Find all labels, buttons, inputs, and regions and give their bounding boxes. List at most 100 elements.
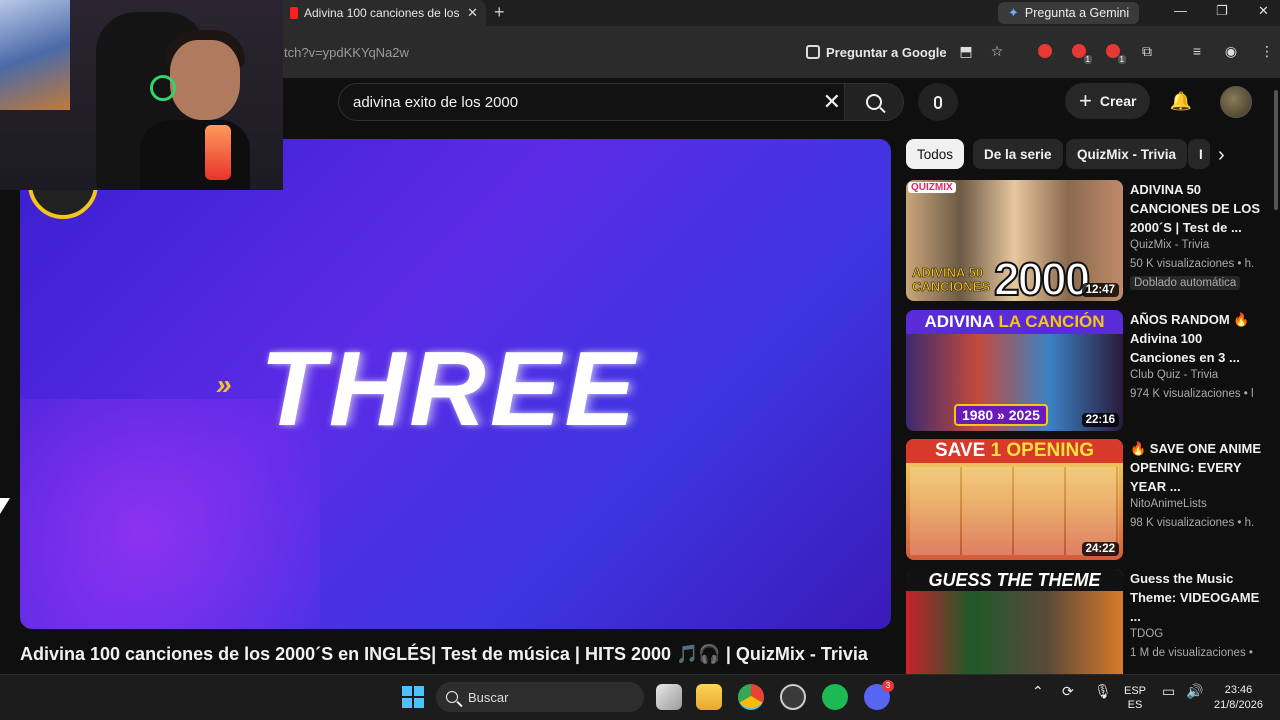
- gemini-sparkle-icon: ✦: [1008, 5, 1019, 20]
- tray-overflow-icon[interactable]: ⌃: [1032, 684, 1044, 698]
- sidebar-scrollbar[interactable]: [1274, 90, 1278, 210]
- install-app-icon[interactable]: ⬒: [957, 42, 975, 60]
- restore-window-icon[interactable]: ❐: [1216, 3, 1228, 19]
- voice-search-button[interactable]: [918, 83, 958, 121]
- youtube-favicon-icon: [290, 7, 298, 19]
- extensions-puzzle-icon[interactable]: ⧉: [1138, 42, 1156, 60]
- webcam-overlay: [0, 0, 283, 190]
- recommendation-title[interactable]: Guess the Music Theme: VIDEOGAME ...: [1130, 569, 1270, 626]
- ask-google-label: Preguntar a Google: [826, 44, 947, 60]
- recommendation-item[interactable]: ADIVINA LA CANCIÓN 1980 » 2025 22:16 AÑO…: [906, 310, 1270, 431]
- recommendation-views: 974 K visualizaciones • l: [1130, 388, 1254, 400]
- create-button[interactable]: + Crear: [1065, 83, 1151, 119]
- chrome-icon[interactable]: [738, 684, 764, 710]
- video-thumbnail[interactable]: QUIZMIX ADIVINA 50 CANCIONES 2000 12:47: [906, 180, 1123, 301]
- recommendation-title[interactable]: ADIVINA 50 CANCIONES DE LOS 2000´S | Tes…: [1130, 180, 1270, 237]
- tab-close-icon[interactable]: ✕: [467, 5, 478, 21]
- thumb-banner: ADIVINA LA CANCIÓN: [906, 310, 1123, 334]
- recommendation-views: 1 M de visualizaciones •: [1130, 647, 1253, 659]
- thumb-banner: SAVE 1 OPENING: [906, 439, 1123, 463]
- volume-icon[interactable]: 🔊: [1186, 684, 1203, 698]
- clear-search-icon[interactable]: ✕: [823, 89, 841, 115]
- ask-google-button[interactable]: Preguntar a Google: [806, 41, 947, 63]
- browser-menu-icon[interactable]: ⋮: [1258, 42, 1276, 60]
- video-duration: 22:16: [1081, 413, 1119, 427]
- taskbar-search-label: Buscar: [468, 689, 509, 705]
- clock-time: 23:46: [1224, 684, 1253, 696]
- video-duration: 24:22: [1081, 542, 1119, 556]
- recommendation-item[interactable]: QUIZMIX ADIVINA 50 CANCIONES 2000 12:47 …: [906, 180, 1270, 301]
- recommendation-channel[interactable]: Club Quiz - Trivia: [1130, 369, 1218, 381]
- spotify-icon[interactable]: [822, 684, 848, 710]
- notifications-bell-icon[interactable]: 🔔: [1170, 90, 1192, 112]
- video-thumbnail[interactable]: ADIVINA LA CANCIÓN 1980 » 2025 22:16: [906, 310, 1123, 431]
- streamer-face: [170, 40, 240, 120]
- thumb-text-big: 2000: [993, 252, 1091, 301]
- reading-list-icon[interactable]: ≡: [1188, 42, 1206, 60]
- thumb-text-small: ADIVINA 50 CANCIONES: [912, 265, 991, 294]
- extension-red-icon[interactable]: [1036, 42, 1054, 60]
- video-player[interactable]: » THREE: [20, 139, 891, 629]
- mouse-cursor-icon: [0, 498, 10, 514]
- create-label: Crear: [1099, 93, 1137, 109]
- search-input[interactable]: adivina exito de los 2000 ✕: [338, 83, 856, 121]
- profile-icon[interactable]: ◉: [1222, 42, 1240, 60]
- browser-tab-active[interactable]: Adivina 100 canciones de los 2000´S en I…: [276, 0, 486, 26]
- chevron-right-icon[interactable]: ›: [1218, 144, 1225, 167]
- gemini-button[interactable]: ✦ Pregunta a Gemini: [998, 2, 1140, 24]
- double-chevron-icon: »: [216, 369, 231, 400]
- extension-adblock-icon[interactable]: 1: [1104, 42, 1126, 64]
- language-indicator[interactable]: ESP ES: [1124, 684, 1146, 712]
- video-title: Adivina 100 canciones de los 2000´S en I…: [20, 644, 868, 664]
- system-clock[interactable]: 23:46 21/8/2026: [1214, 683, 1263, 713]
- network-icon[interactable]: ▭: [1162, 684, 1175, 698]
- taskbar-search-icon: [446, 691, 458, 703]
- recommendation-channel[interactable]: QuizMix - Trivia: [1130, 239, 1209, 251]
- close-window-icon[interactable]: ✕: [1258, 3, 1269, 19]
- video-thumbnail[interactable]: SAVE 1 OPENING 24:22: [906, 439, 1123, 560]
- chip-de-la-serie[interactable]: De la serie: [973, 139, 1063, 169]
- headset-light: [150, 75, 176, 101]
- discord-badge: 3: [882, 680, 894, 692]
- thumb-years: 1980 » 2025: [954, 404, 1048, 426]
- recommendation-channel[interactable]: NitoAnimeLists: [1130, 498, 1207, 510]
- tray-mic-icon[interactable]: 🎙: [1094, 684, 1112, 698]
- search-button[interactable]: [844, 83, 904, 121]
- tray-sync-icon[interactable]: ⟳: [1062, 684, 1074, 698]
- glowing-mug: [205, 125, 231, 180]
- url-text[interactable]: tch?v=ypdKKYqNa2w: [284, 45, 409, 60]
- discord-icon[interactable]: 3: [864, 680, 894, 710]
- thumb-text-a: ADIVINA: [924, 312, 999, 331]
- video-thumbnail[interactable]: GUESS THE THEME: [906, 569, 1123, 674]
- plus-icon: +: [1079, 88, 1092, 113]
- recommendation-title[interactable]: 🔥 SAVE ONE ANIME OPENING: EVERY YEAR ...: [1130, 439, 1270, 496]
- lens-icon: [806, 45, 820, 59]
- streamer-body: [140, 120, 250, 190]
- taskbar-search[interactable]: Buscar: [436, 682, 644, 712]
- recommendation-item[interactable]: SAVE 1 OPENING 24:22 🔥 SAVE ONE ANIME OP…: [906, 439, 1270, 560]
- recommendation-channel[interactable]: TDOG: [1130, 628, 1163, 640]
- bookmark-star-icon[interactable]: ☆: [988, 42, 1006, 60]
- chip-todos[interactable]: Todos: [906, 139, 965, 169]
- thumb-banner: GUESS THE THEME: [906, 569, 1123, 591]
- recommendation-title[interactable]: AÑOS RANDOM 🔥 Adivina 100 Canciones en 3…: [1130, 310, 1270, 367]
- recommendation-views: 98 K visualizaciones • h.: [1130, 517, 1255, 529]
- extension-badge-icon[interactable]: 1: [1070, 42, 1092, 64]
- search-query: adivina exito de los 2000: [353, 93, 519, 111]
- tab-title: Adivina 100 canciones de los 2000´S en I…: [304, 6, 461, 20]
- new-tab-button[interactable]: +: [494, 3, 505, 21]
- chip-quizmix[interactable]: QuizMix - Trivia: [1066, 139, 1188, 169]
- language-top: ESP: [1124, 685, 1147, 697]
- recommendation-item[interactable]: GUESS THE THEME Guess the Music Theme: V…: [906, 569, 1270, 674]
- task-view-icon[interactable]: [656, 684, 682, 710]
- account-avatar[interactable]: [1220, 86, 1252, 118]
- minimize-window-icon[interactable]: —: [1174, 3, 1187, 18]
- extension-badge-count: 1: [1083, 55, 1092, 64]
- windows-start-icon[interactable]: [402, 686, 424, 708]
- obs-icon[interactable]: [780, 684, 806, 710]
- recommendation-views: 50 K visualizaciones • h.: [1130, 258, 1255, 270]
- thumb-text-b: LA CANCIÓN: [998, 312, 1105, 331]
- file-explorer-icon[interactable]: [696, 684, 722, 710]
- thumb-logo: QUIZMIX: [908, 182, 956, 193]
- chip-overflow[interactable]: I: [1188, 139, 1210, 169]
